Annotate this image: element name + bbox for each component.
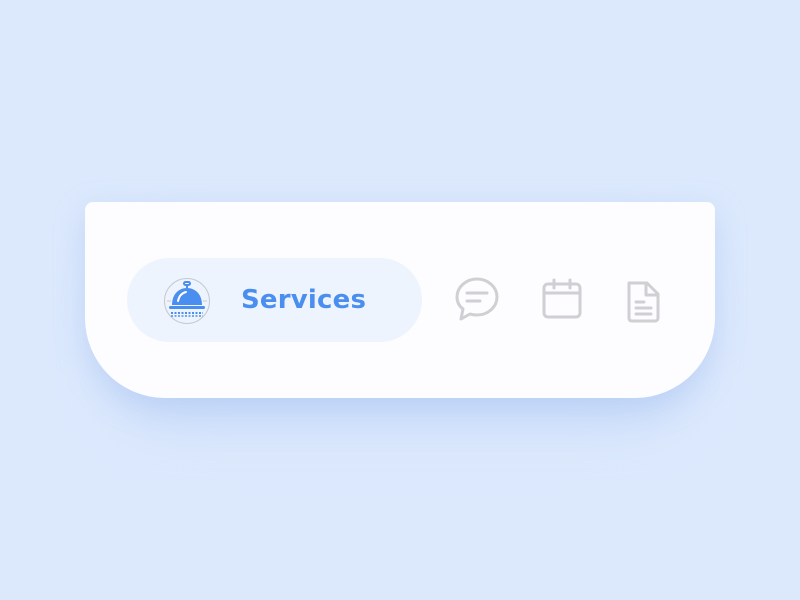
document-icon[interactable] [623, 280, 663, 324]
tab-services-label: Services [241, 285, 367, 315]
calendar-icon[interactable] [541, 278, 583, 320]
service-bell-icon [163, 277, 211, 325]
chat-bubble-icon[interactable] [454, 276, 500, 322]
tab-bar: Services [85, 202, 715, 398]
tab-services[interactable]: Services [127, 258, 422, 342]
